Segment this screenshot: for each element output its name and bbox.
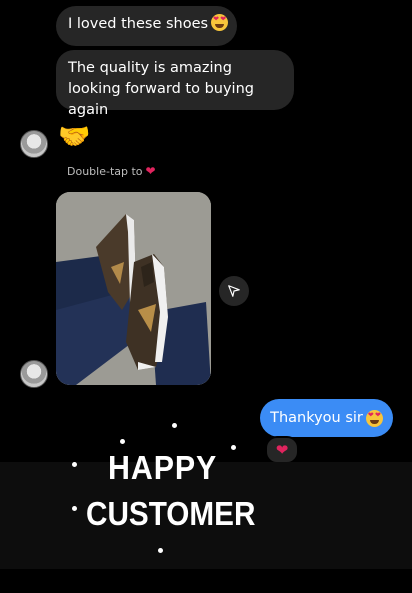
message-text: I loved these shoes (68, 16, 209, 32)
reaction-hint-text: Double-tap to (67, 165, 143, 178)
incoming-message-bubble[interactable]: The quality is amazing looking forward t… (56, 50, 294, 118)
share-button[interactable] (219, 276, 249, 306)
heart-icon: ❤ (275, 441, 289, 459)
sparkle-dot (231, 445, 236, 450)
outgoing-message-bubble[interactable]: Thankyou sir (260, 399, 393, 437)
heart-icon: ❤ (145, 164, 156, 178)
bottom-bar (0, 569, 412, 593)
sparkle-dot (72, 506, 77, 511)
avatar[interactable] (20, 130, 48, 158)
message-text: The quality is amazing looking forward t… (68, 60, 254, 118)
heart-eyes-emoji-icon (365, 409, 383, 427)
heart-eyes-emoji-icon (211, 14, 229, 31)
handshake-icon[interactable]: 🤝 (58, 124, 90, 150)
reaction-hint: Double-tap to ❤ (67, 164, 156, 178)
sparkle-dot (172, 423, 177, 428)
avatar[interactable] (20, 360, 48, 388)
sparkle-dot (72, 462, 77, 467)
incoming-message-bubble[interactable]: I loved these shoes (56, 6, 237, 46)
overlay-title: HAPPY (108, 449, 218, 486)
message-text: Thankyou sir (270, 410, 363, 426)
overlay-subtitle: CUSTOMER (86, 495, 256, 532)
shoes-photo-image (56, 192, 211, 385)
shoes-photo[interactable] (56, 192, 211, 385)
send-icon (228, 285, 240, 297)
sparkle-dot (120, 439, 125, 444)
sparkle-dot (158, 548, 163, 553)
heart-reaction[interactable]: ❤ (265, 436, 299, 464)
